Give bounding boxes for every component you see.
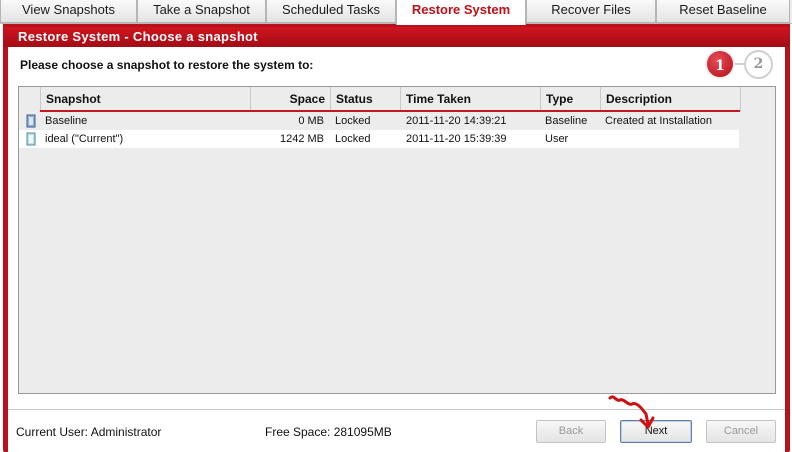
step-indicator-next: 2 xyxy=(744,50,773,79)
tab-bar: View Snapshots Take a Snapshot Scheduled… xyxy=(0,0,792,25)
tab-take-a-snapshot[interactable]: Take a Snapshot xyxy=(137,0,266,23)
current-user-label: Current User: Administrator xyxy=(16,425,162,439)
column-header-status[interactable]: Status xyxy=(330,87,400,111)
back-button[interactable]: Back xyxy=(536,420,606,443)
column-header-time-taken[interactable]: Time Taken xyxy=(400,87,540,111)
tab-scheduled-tasks[interactable]: Scheduled Tasks xyxy=(266,0,396,23)
list-header: Snapshot Space Status Time Taken Type De… xyxy=(19,87,775,111)
column-header-filler xyxy=(740,87,775,111)
instruction-text: Please choose a snapshot to restore the … xyxy=(20,58,314,72)
table-row[interactable]: ideal ("Current") 1242 MB Locked 2011-11… xyxy=(19,130,739,148)
step-indicator-current: 1 xyxy=(705,49,735,79)
tab-restore-system[interactable]: Restore System xyxy=(396,0,526,25)
tab-recover-files[interactable]: Recover Files xyxy=(526,0,656,23)
snapshot-space: 1242 MB xyxy=(279,133,324,145)
column-header-space[interactable]: Space xyxy=(250,87,330,111)
free-space-label: Free Space: 281095MB xyxy=(265,425,392,439)
snapshot-list[interactable]: Snapshot Space Status Time Taken Type De… xyxy=(18,86,776,394)
wizard-steps: 1 2 xyxy=(700,48,780,80)
page-title: Restore System - Choose a snapshot xyxy=(18,29,258,44)
footer-divider xyxy=(8,409,785,410)
snapshot-status: Locked xyxy=(335,133,371,145)
snapshot-space: 0 MB xyxy=(298,115,324,127)
column-header-description[interactable]: Description xyxy=(600,87,740,111)
tab-reset-baseline[interactable]: Reset Baseline xyxy=(656,0,790,23)
snapshot-description: Created at Installation xyxy=(605,115,713,127)
snapshot-name: Baseline xyxy=(45,115,88,127)
snapshot-icon xyxy=(26,114,36,128)
snapshot-name: ideal ("Current") xyxy=(45,133,124,145)
column-header-type[interactable]: Type xyxy=(540,87,600,111)
cancel-button[interactable]: Cancel xyxy=(706,420,776,443)
annotation-arrow-icon xyxy=(608,395,655,429)
snapshot-type: Baseline xyxy=(545,115,588,127)
tab-view-snapshots[interactable]: View Snapshots xyxy=(0,0,137,23)
snapshot-description xyxy=(605,130,739,148)
column-header-snapshot[interactable]: Snapshot xyxy=(40,87,250,111)
snapshot-status: Locked xyxy=(335,115,371,127)
snapshot-type: User xyxy=(545,133,569,145)
table-row[interactable]: Baseline 0 MB Locked 2011-11-20 14:39:21… xyxy=(19,112,739,130)
snapshot-time-taken: 2011-11-20 15:39:39 xyxy=(406,133,507,145)
snapshot-icon xyxy=(26,132,36,146)
snapshot-time-taken: 2011-11-20 14:39:21 xyxy=(406,115,507,127)
